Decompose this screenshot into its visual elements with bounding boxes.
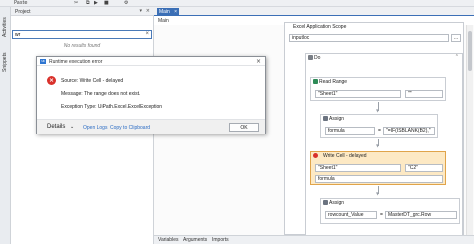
tab-arguments[interactable]: Arguments [183, 237, 207, 243]
browse-button[interactable]: … [451, 34, 461, 42]
flow-arrowhead: ▼ [376, 143, 380, 148]
tab-main[interactable]: Main × [157, 8, 179, 16]
write-cell-activity[interactable]: Write Cell - delayed "Sheet1" "C2" formu… [310, 151, 446, 185]
dialog-title: Runtime execution error [49, 59, 103, 65]
stop-icon[interactable]: ■ [104, 1, 109, 6]
do-title: Do [314, 55, 321, 61]
side-strip: Activities Snippets [0, 7, 11, 244]
read-range-range[interactable]: "" [405, 90, 443, 98]
error-icon: × [47, 76, 56, 85]
flow-arrowhead: ▼ [376, 191, 380, 196]
runtime-error-dialog[interactable]: Ui Runtime execution error × × Source: W… [36, 56, 266, 134]
error-exception-type: Exception Type: UiPath.Excel.ExcelExcept… [61, 104, 163, 110]
designer-scrollbar[interactable] [466, 25, 473, 235]
error-source: Source: Write Cell - delayed [61, 78, 124, 84]
assign-2-equals: = [380, 212, 383, 218]
assign-title: Assign [329, 116, 345, 122]
write-cell-sheet[interactable]: "Sheet1" [315, 164, 401, 172]
clear-search-icon[interactable]: × [145, 31, 149, 37]
read-range-title: Read Range [319, 79, 348, 85]
project-panel-title: Project [15, 9, 31, 15]
activities-tab[interactable]: Activities [1, 11, 10, 43]
dialog-footer: Details ⌄ Open Logs Copy to Clipboard OK [37, 119, 265, 134]
cut-icon[interactable]: ✂ [74, 1, 78, 6]
assign-2-title: Assign [329, 200, 345, 206]
scope-path-field[interactable]: inputloc [289, 34, 449, 42]
dialog-close-icon[interactable]: × [256, 58, 261, 65]
project-panel-header: Project ▾ × [11, 7, 154, 16]
project-search-input[interactable]: wr × [12, 30, 152, 39]
play-icon[interactable]: ▶ [94, 1, 98, 6]
assign-value-field[interactable]: "=IF(ISBLANK(B2)," [383, 127, 435, 135]
write-cell-title: Write Cell - delayed [323, 153, 367, 159]
ok-button[interactable]: OK [229, 123, 259, 132]
write-cell-cell[interactable]: "C2" [405, 164, 443, 172]
assign-2-value-field[interactable]: MasterDT_grc.Row [385, 211, 457, 219]
designer-tabbar: Main × [154, 7, 474, 16]
copy-to-clipboard-link[interactable]: Copy to Clipboard [110, 125, 150, 131]
chevron-down-icon[interactable]: ⌄ [70, 124, 74, 130]
uipath-logo-icon: Ui [40, 59, 46, 64]
designer-bottom-tabs: Variables Arguments Imports [154, 235, 474, 244]
flow-arrowhead: ▼ [376, 108, 380, 113]
snippets-tab[interactable]: Snippets [1, 47, 10, 77]
write-cell-value[interactable]: formula [315, 175, 443, 183]
read-range-sheet[interactable]: "Sheet1" [315, 90, 401, 98]
assign-to-field[interactable]: formula [325, 127, 375, 135]
open-logs-link[interactable]: Open Logs [83, 125, 107, 131]
copy-icon[interactable]: ⧉ [86, 1, 90, 6]
scope-title: Excel Application Scope [293, 24, 347, 30]
sequence-icon [308, 55, 313, 60]
top-toolbar: Paste ✂ ⧉ ▶ ■ ⚙ [0, 0, 474, 7]
settings-icon[interactable]: ⚙ [124, 1, 128, 6]
assign-2-to-field[interactable]: rowcount_Value [325, 211, 377, 219]
dialog-titlebar: Ui Runtime execution error × [37, 57, 265, 66]
pin-icon[interactable]: ▾ [139, 8, 142, 14]
scrollbar-thumb[interactable] [468, 31, 472, 71]
collapse-icon[interactable]: ⌃ [455, 54, 459, 60]
paste-label[interactable]: Paste [14, 1, 28, 6]
assign-equals: = [378, 128, 381, 134]
read-range-activity[interactable]: Read Range "Sheet1" "" [310, 77, 446, 101]
do-sequence[interactable]: Do ⌃ Read Range "Sheet1" "" ▼ Assign for… [305, 53, 463, 236]
tab-imports[interactable]: Imports [212, 237, 229, 243]
details-toggle[interactable]: Details [47, 124, 65, 130]
close-icon[interactable]: × [146, 8, 150, 14]
assign-activity-2[interactable]: Assign rowcount_Value = MasterDT_grc.Row [320, 198, 460, 224]
close-tab-icon[interactable]: × [174, 8, 177, 16]
assign-activity[interactable]: Assign formula = "=IF(ISBLANK(B2)," [320, 114, 438, 138]
excel-application-scope[interactable]: Excel Application Scope inputloc … Do ⌃ … [284, 22, 464, 236]
tab-main-label: Main [159, 9, 170, 15]
no-results-text: No results found [63, 43, 101, 49]
tab-variables[interactable]: Variables [158, 237, 178, 243]
error-message: Message: The range does not exist. [61, 91, 141, 97]
project-search-value: wr [15, 32, 21, 38]
